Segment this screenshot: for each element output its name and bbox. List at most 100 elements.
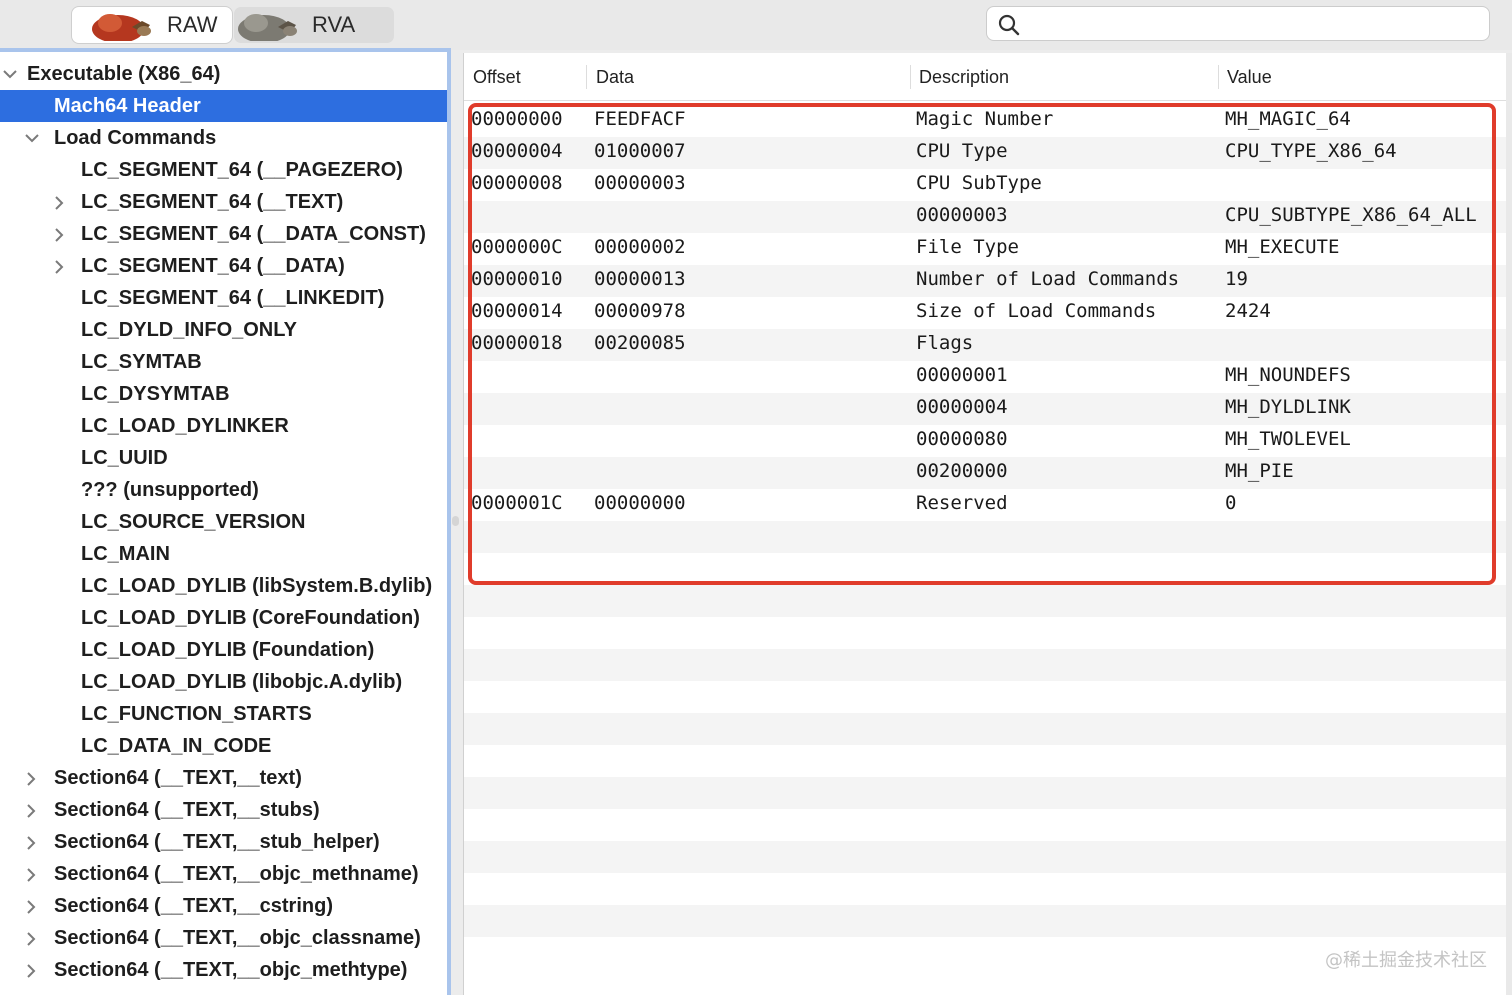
tree-item[interactable]: Section64 (__TEXT,__objc_methname) xyxy=(0,858,447,890)
chevron-right-icon[interactable] xyxy=(22,858,42,890)
tree-item-label: Load Commands xyxy=(54,127,217,149)
chevron-right-icon[interactable] xyxy=(22,794,42,826)
tree-item[interactable]: Section64 (__TEXT,__stubs) xyxy=(0,794,447,826)
tree-item[interactable]: LC_SOURCE_VERSION xyxy=(0,506,447,538)
sidebar-tree[interactable]: Executable (X86_64) Mach64 Header Load Com… xyxy=(0,48,451,995)
tree-item[interactable]: LC_DYSYMTAB xyxy=(0,378,447,410)
tree-item-label: LC_LOAD_DYLIB (Foundation) xyxy=(81,639,375,661)
tree-item[interactable]: LC_SEGMENT_64 (__TEXT) xyxy=(0,186,447,218)
tree-item[interactable]: LC_UUID xyxy=(0,442,447,474)
column-header-value[interactable]: Value xyxy=(1227,67,1272,88)
cell-offset: 00000008 xyxy=(471,172,563,194)
table-row[interactable]: 00000004 MH_DYLDLINK xyxy=(464,393,1506,425)
table-row[interactable]: 00000004 01000007 CPU Type CPU_TYPE_X86_64 xyxy=(464,137,1506,169)
column-header-data[interactable]: Data xyxy=(596,67,634,88)
tree-item[interactable]: Mach64 Header xyxy=(0,90,447,122)
table-row[interactable]: 00000010 00000013 Number of Load Commands 1… xyxy=(464,265,1506,297)
table-row[interactable] xyxy=(464,681,1506,713)
tree-item[interactable]: LC_SEGMENT_64 (__DATA_CONST) xyxy=(0,218,447,250)
cell-data: 00000978 xyxy=(594,300,686,322)
table-row[interactable] xyxy=(464,617,1506,649)
split-view-handle[interactable] xyxy=(452,516,459,526)
cell-data: 00000003 xyxy=(594,172,686,194)
toolbar: RAW RVA xyxy=(0,0,1512,50)
chevron-right-icon[interactable] xyxy=(22,922,42,954)
table-row[interactable]: 00000001 MH_NOUNDEFS xyxy=(464,361,1506,393)
tree-item[interactable]: LC_MAIN xyxy=(0,538,447,570)
table-row[interactable] xyxy=(464,905,1506,937)
tree-item[interactable]: LC_SYMTAB xyxy=(0,346,447,378)
tree-item[interactable]: LC_LOAD_DYLINKER xyxy=(0,410,447,442)
tree-item[interactable]: Section64 (__TEXT,__text) xyxy=(0,762,447,794)
table-row[interactable]: 00000080 MH_TWOLEVEL xyxy=(464,425,1506,457)
search-input[interactable] xyxy=(986,6,1490,41)
cell-value: 0 xyxy=(1225,492,1237,514)
tree-item-label: LC_SOURCE_VERSION xyxy=(81,511,306,533)
column-divider[interactable] xyxy=(910,65,911,89)
table-row[interactable]: 00000014 00000978 Size of Load Commands 242… xyxy=(464,297,1506,329)
chevron-down-icon[interactable] xyxy=(22,122,42,154)
tree-item[interactable]: LC_DATA_IN_CODE xyxy=(0,730,447,762)
tree-item[interactable]: LC_DYLD_INFO_ONLY xyxy=(0,314,447,346)
table-row[interactable] xyxy=(464,585,1506,617)
tree-item[interactable]: Load Commands xyxy=(0,122,447,154)
column-header-offset[interactable]: Offset xyxy=(473,67,521,88)
column-divider[interactable] xyxy=(1218,65,1219,89)
table-row[interactable] xyxy=(464,713,1506,745)
table-row[interactable]: 00000000 FEEDFACF Magic Number MH_MAGIC_64 xyxy=(464,105,1506,137)
tree-item[interactable]: Section64 (__TEXT,__stub_helper) xyxy=(0,826,447,858)
chevron-right-icon[interactable] xyxy=(22,954,42,986)
cell-description: 00000004 xyxy=(916,396,1008,418)
cell-description: Flags xyxy=(916,332,974,354)
table-row[interactable] xyxy=(464,777,1506,809)
tree-item[interactable]: LC_LOAD_DYLIB (Foundation) xyxy=(0,634,447,666)
table-row[interactable]: 00000003 CPU_SUBTYPE_X86_64_ALL xyxy=(464,201,1506,233)
tree-item[interactable]: Executable (X86_64) xyxy=(0,58,447,90)
table-row[interactable] xyxy=(464,873,1506,905)
chevron-right-icon[interactable] xyxy=(50,186,70,218)
raw-mode-button[interactable]: RAW xyxy=(72,7,232,43)
tree-item-label: Section64 (__TEXT,__objc_methname) xyxy=(54,863,419,885)
table-row[interactable]: 00200000 MH_PIE xyxy=(464,457,1506,489)
chevron-right-icon[interactable] xyxy=(50,218,70,250)
table-row[interactable]: 00000018 00200085 Flags xyxy=(464,329,1506,361)
tree-item-label: LC_LOAD_DYLIB (libobjc.A.dylib) xyxy=(81,671,403,693)
tree-item[interactable]: LC_LOAD_DYLIB (libSystem.B.dylib) xyxy=(0,570,447,602)
table-row[interactable] xyxy=(464,553,1506,585)
column-divider[interactable] xyxy=(586,65,587,89)
table-row[interactable] xyxy=(464,809,1506,841)
tree-item[interactable]: ??? (unsupported) xyxy=(0,474,447,506)
table-row[interactable] xyxy=(464,841,1506,873)
tree-item[interactable]: Section64 (__TEXT,__objc_methtype) xyxy=(0,954,447,986)
tree-item[interactable]: LC_LOAD_DYLIB (libobjc.A.dylib) xyxy=(0,666,447,698)
table-row[interactable]: 00000008 00000003 CPU SubType xyxy=(464,169,1506,201)
tree-item[interactable]: LC_FUNCTION_STARTS xyxy=(0,698,447,730)
tree-item[interactable]: LC_SEGMENT_64 (__DATA) xyxy=(0,250,447,282)
chevron-right-icon[interactable] xyxy=(22,762,42,794)
chevron-right-icon[interactable] xyxy=(50,250,70,282)
tree-item-label: Section64 (__TEXT,__objc_classname) xyxy=(54,927,421,949)
chevron-right-icon[interactable] xyxy=(22,826,42,858)
table-row[interactable] xyxy=(464,649,1506,681)
cell-offset: 00000010 xyxy=(471,268,563,290)
tree-item[interactable]: LC_SEGMENT_64 (__PAGEZERO) xyxy=(0,154,447,186)
chevron-down-icon[interactable] xyxy=(0,58,20,90)
tree-item[interactable]: LC_LOAD_DYLIB (CoreFoundation) xyxy=(0,602,447,634)
chevron-right-icon[interactable] xyxy=(22,890,42,922)
tree-item-label: Section64 (__TEXT,__cstring) xyxy=(54,895,333,917)
table-row[interactable]: 0000000C 00000002 File Type MH_EXECUTE xyxy=(464,233,1506,265)
cell-description: Size of Load Commands xyxy=(916,300,1157,322)
tree-item-label: LC_SEGMENT_64 (__TEXT) xyxy=(81,191,344,213)
tree-item[interactable]: Section64 (__TEXT,__objc_classname) xyxy=(0,922,447,954)
cell-description: 00200000 xyxy=(916,460,1008,482)
tree-item[interactable]: Section64 (__TEXT,__cstring) xyxy=(0,890,447,922)
cell-data: 01000007 xyxy=(594,140,686,162)
table-row[interactable] xyxy=(464,745,1506,777)
rva-mode-button[interactable]: RVA xyxy=(234,7,394,43)
table-row[interactable] xyxy=(464,521,1506,553)
rva-thumbnail-icon xyxy=(238,14,297,41)
cell-value: CPU_SUBTYPE_X86_64_ALL xyxy=(1225,204,1477,226)
table-row[interactable]: 0000001C 00000000 Reserved 0 xyxy=(464,489,1506,521)
column-header-description[interactable]: Description xyxy=(919,67,1009,88)
tree-item[interactable]: LC_SEGMENT_64 (__LINKEDIT) xyxy=(0,282,447,314)
